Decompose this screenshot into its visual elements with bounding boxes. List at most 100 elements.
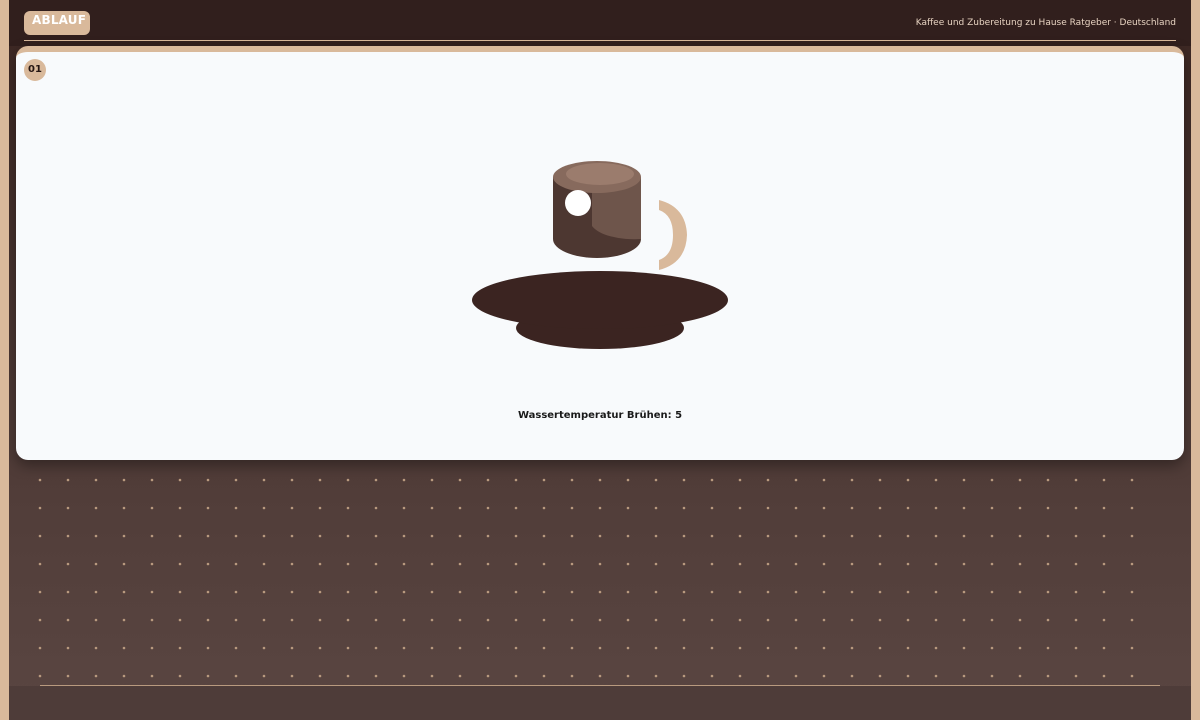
grid-dot (38, 674, 42, 678)
grid-dot (542, 590, 546, 594)
grid-dot (402, 562, 406, 566)
grid-dot (150, 506, 154, 510)
grid-dot (290, 506, 294, 510)
grid-dot (346, 590, 350, 594)
grid-dot (1018, 674, 1022, 678)
grid-dot (374, 506, 378, 510)
grid-dot (766, 506, 770, 510)
grid-dot (178, 618, 182, 622)
grid-dot (1046, 674, 1050, 678)
grid-dot (290, 618, 294, 622)
grid-dot (598, 674, 602, 678)
grid-dot (598, 534, 602, 538)
coffee-cup-illustration (472, 161, 728, 349)
grid-dot (458, 534, 462, 538)
grid-dot (990, 618, 994, 622)
grid-dot (990, 590, 994, 594)
grid-dot (738, 590, 742, 594)
grid-dot (262, 646, 266, 650)
grid-dot (94, 674, 98, 678)
grid-dot (962, 674, 966, 678)
grid-dot (486, 618, 490, 622)
grid-dot (794, 590, 798, 594)
grid-dot (990, 646, 994, 650)
grid-dot (1074, 646, 1078, 650)
dot-grid-pattern (38, 478, 1134, 678)
grid-dot (66, 618, 70, 622)
grid-dot (430, 506, 434, 510)
grid-dot (990, 534, 994, 538)
grid-dot (346, 674, 350, 678)
grid-dot (178, 590, 182, 594)
grid-dot (570, 506, 574, 510)
grid-dot (1046, 534, 1050, 538)
grid-dot (570, 562, 574, 566)
grid-dot (934, 646, 938, 650)
grid-dot (710, 562, 714, 566)
grid-dot (402, 506, 406, 510)
grid-dot (206, 562, 210, 566)
grid-dot (66, 562, 70, 566)
cup-highlight (565, 190, 591, 216)
grid-dot (206, 590, 210, 594)
grid-dot (122, 590, 126, 594)
grid-dot (962, 478, 966, 482)
grid-dot (570, 674, 574, 678)
grid-dot (514, 478, 518, 482)
grid-dot (542, 506, 546, 510)
grid-dot (514, 562, 518, 566)
grid-dot (710, 590, 714, 594)
grid-dot (906, 646, 910, 650)
grid-dot (122, 478, 126, 482)
grid-dot (150, 534, 154, 538)
grid-dot (962, 534, 966, 538)
grid-dot (654, 478, 658, 482)
grid-dot (710, 646, 714, 650)
grid-dot (1074, 478, 1078, 482)
grid-dot (234, 506, 238, 510)
grid-dot (402, 646, 406, 650)
grid-dot (682, 590, 686, 594)
grid-dot (598, 506, 602, 510)
grid-dot (878, 674, 882, 678)
grid-dot (850, 506, 854, 510)
grid-dot (402, 534, 406, 538)
grid-dot (402, 674, 406, 678)
grid-dot (234, 534, 238, 538)
grid-dot (514, 646, 518, 650)
grid-dot (206, 618, 210, 622)
grid-dot (514, 534, 518, 538)
grid-dot (598, 646, 602, 650)
grid-dot (934, 534, 938, 538)
grid-dot (1046, 590, 1050, 594)
grid-dot (150, 674, 154, 678)
grid-dot (1018, 562, 1022, 566)
grid-dot (598, 590, 602, 594)
grid-dot (822, 534, 826, 538)
grid-dot (1018, 618, 1022, 622)
grid-dot (318, 618, 322, 622)
grid-dot (486, 646, 490, 650)
grid-dot (1046, 506, 1050, 510)
grid-dot (38, 478, 42, 482)
grid-dot (654, 646, 658, 650)
grid-dot (850, 674, 854, 678)
grid-dot (458, 478, 462, 482)
grid-dot (542, 534, 546, 538)
grid-dot (794, 478, 798, 482)
grid-dot (122, 562, 126, 566)
grid-dot (654, 506, 658, 510)
grid-dot (402, 590, 406, 594)
grid-dot (682, 506, 686, 510)
top-bar: ABLAUF Kaffee und Zubereitung zu Hause R… (9, 0, 1191, 46)
grid-dot (598, 618, 602, 622)
grid-dot (654, 674, 658, 678)
grid-dot (906, 674, 910, 678)
grid-dot (1074, 618, 1078, 622)
grid-dot (794, 562, 798, 566)
grid-dot (626, 478, 630, 482)
grid-dot (1074, 562, 1078, 566)
grid-dot (486, 674, 490, 678)
grid-dot (290, 590, 294, 594)
grid-dot (486, 478, 490, 482)
